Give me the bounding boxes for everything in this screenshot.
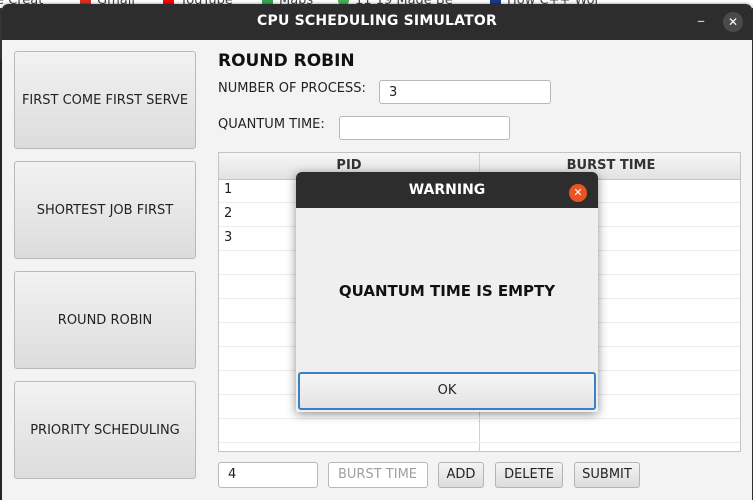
close-icon[interactable]: ✕: [723, 12, 743, 32]
num-process-label: NUMBER OF PROCESS:: [218, 81, 366, 96]
sidebar-item-fcfs[interactable]: FIRST COME FIRST SERVE: [14, 51, 196, 149]
submit-button[interactable]: SUBMIT: [574, 462, 640, 488]
minimize-button[interactable]: –: [691, 12, 711, 32]
sidebar-item-round-robin[interactable]: ROUND ROBIN: [14, 271, 196, 369]
pid-cell: 3: [224, 230, 233, 245]
warning-dialog: WARNING ✕ QUANTUM TIME IS EMPTY OK: [296, 172, 598, 412]
ok-button[interactable]: OK: [298, 372, 596, 410]
sidebar-item-priority[interactable]: PRIORITY SCHEDULING: [14, 381, 196, 479]
add-button[interactable]: ADD: [438, 462, 484, 488]
column-header-pid[interactable]: PID: [219, 158, 479, 173]
quantum-label: QUANTUM TIME:: [218, 117, 325, 132]
delete-button[interactable]: DELETE: [495, 462, 563, 488]
dialog-message: QUANTUM TIME IS EMPTY: [338, 282, 556, 300]
burst-time-input[interactable]: BURST TIME: [328, 462, 428, 488]
sidebar-item-sjf[interactable]: SHORTEST JOB FIRST: [14, 161, 196, 259]
pid-cell: 1: [224, 182, 233, 197]
page-title: ROUND ROBIN: [218, 51, 355, 71]
close-icon[interactable]: ✕: [569, 184, 587, 202]
pid-input[interactable]: 4: [218, 462, 318, 488]
num-process-input[interactable]: 3: [379, 80, 551, 104]
column-header-burst[interactable]: BURST TIME: [480, 158, 740, 173]
dialog-title-bar[interactable]: WARNING ✕: [296, 172, 598, 208]
table-row-empty: [219, 419, 740, 443]
window-title: CPU SCHEDULING SIMULATOR: [257, 13, 497, 29]
pid-cell: 2: [224, 206, 233, 221]
quantum-input[interactable]: [339, 116, 510, 140]
dialog-title: WARNING: [408, 182, 486, 198]
title-bar[interactable]: CPU SCHEDULING SIMULATOR – ✕: [2, 4, 752, 40]
